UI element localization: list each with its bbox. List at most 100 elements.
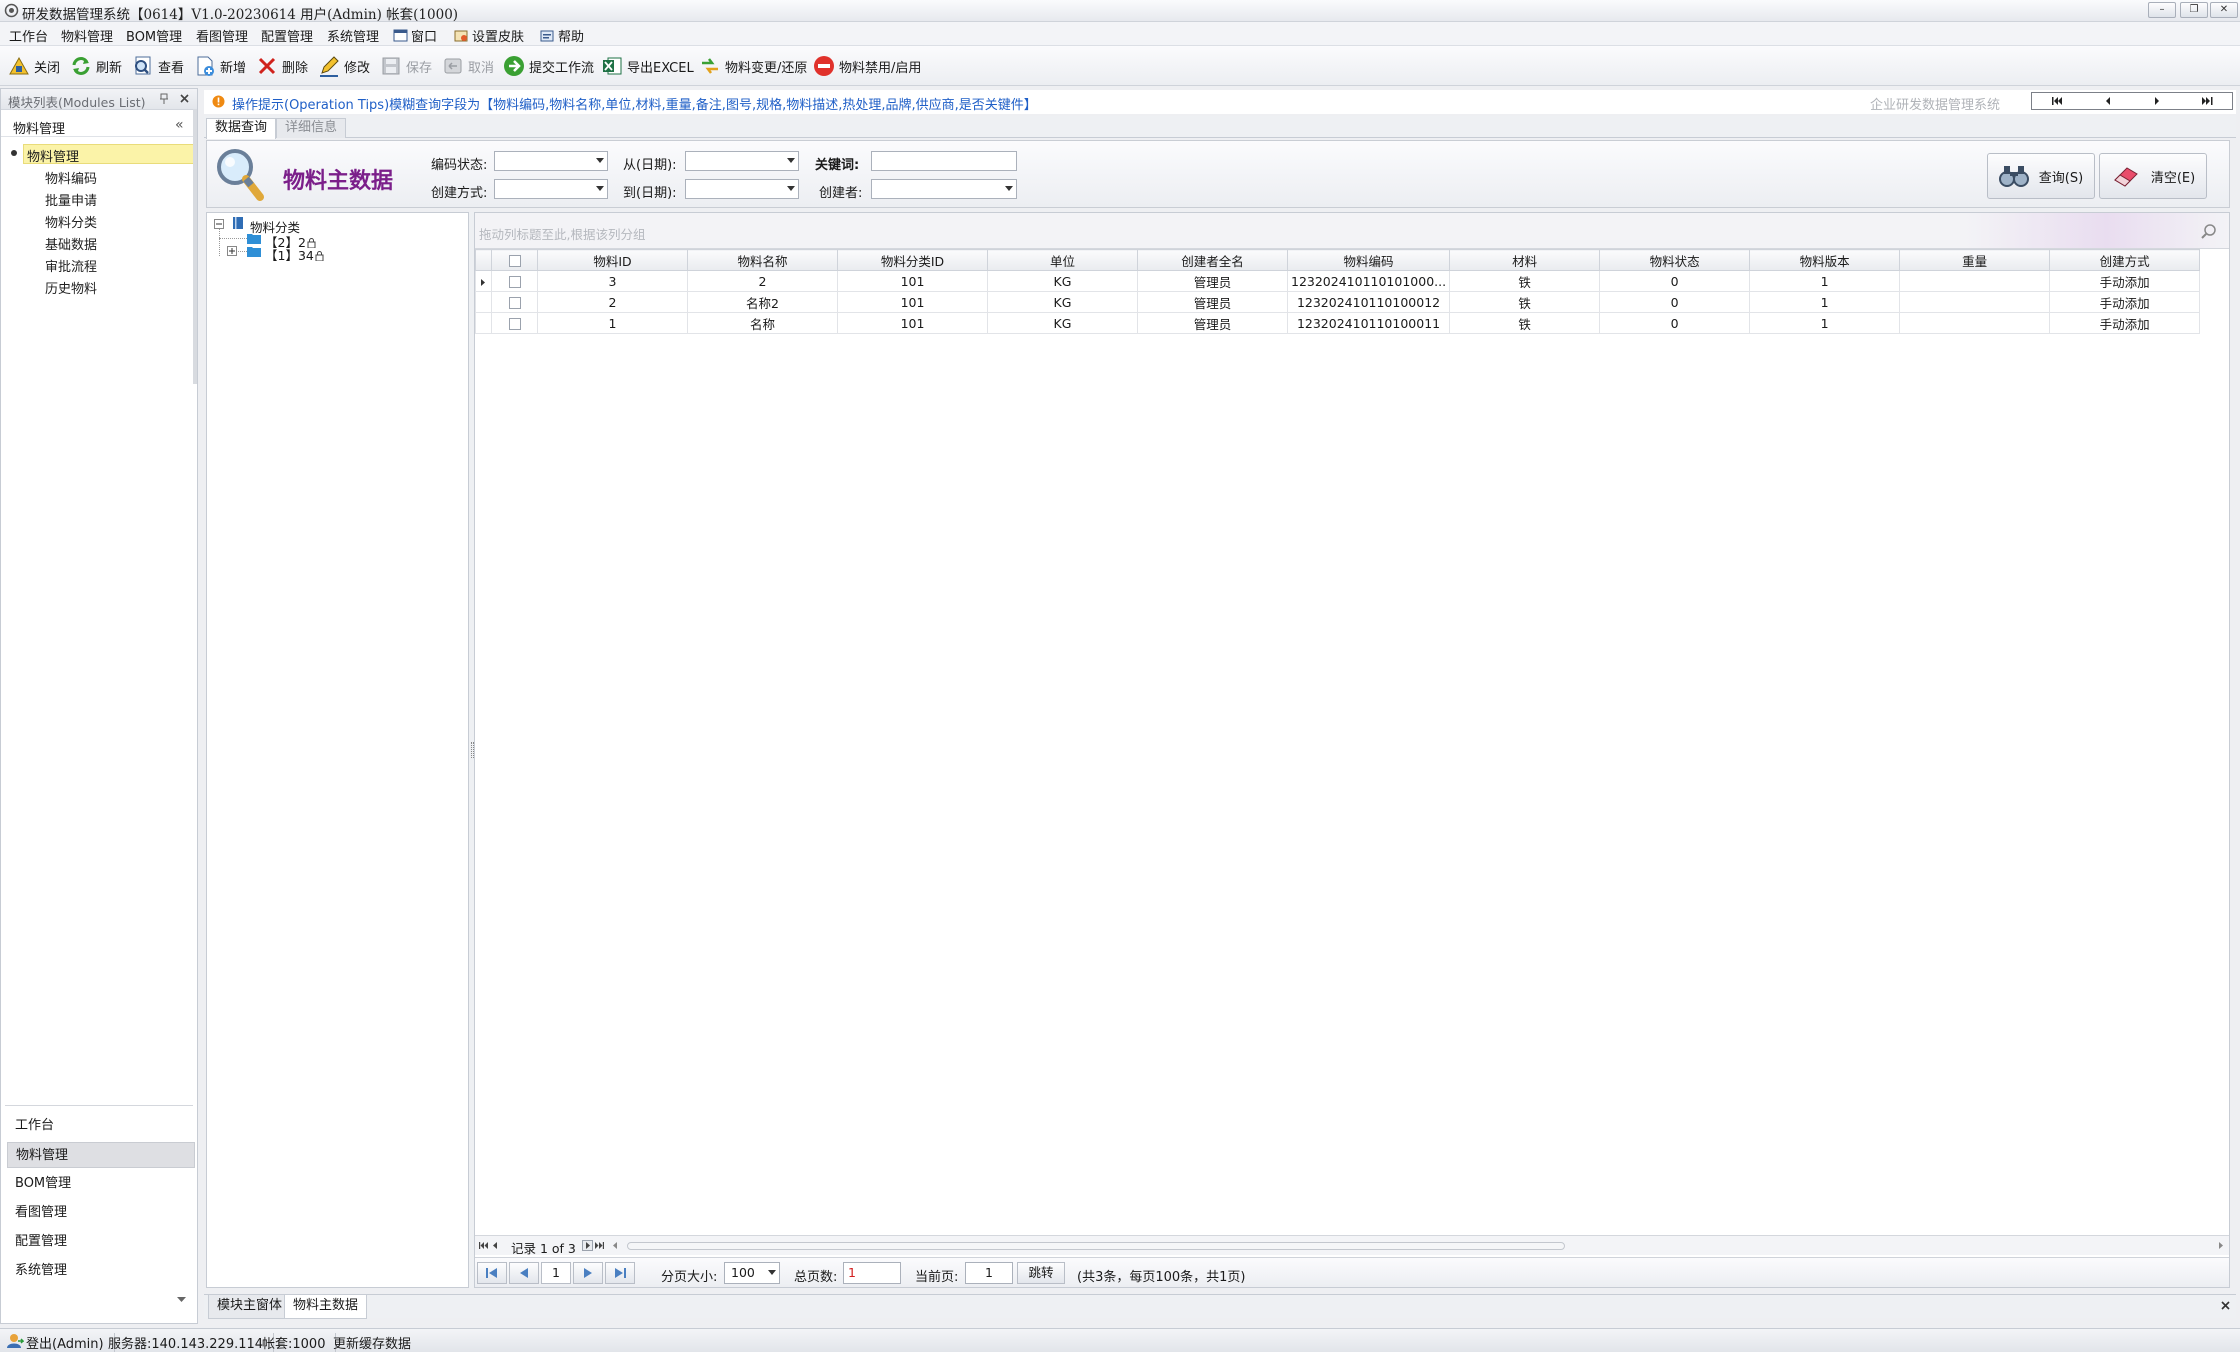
table-cell[interactable]: 1: [1749, 270, 1901, 292]
keyword-input[interactable]: [871, 151, 1017, 171]
menu-skin[interactable]: 设置皮肤: [454, 26, 524, 45]
nav-item-history-material[interactable]: 历史物料: [45, 278, 97, 297]
column-header[interactable]: 单位: [987, 249, 1138, 271]
table-cell[interactable]: 101: [837, 291, 988, 313]
row-select-cell[interactable]: [491, 312, 538, 334]
table-row[interactable]: 2 名称2 101 KG 管理员 123202410110100012 铁 0 …: [475, 291, 2201, 313]
table-cell[interactable]: KG: [987, 291, 1138, 313]
bottom-nav-system[interactable]: 系统管理: [7, 1258, 195, 1284]
column-header[interactable]: 物料编码: [1286, 249, 1451, 271]
query-button[interactable]: 查询(S): [1987, 153, 2095, 199]
change-restore-button[interactable]: 物料变更/还原: [699, 53, 807, 79]
bottom-nav-material[interactable]: 物料管理: [7, 1142, 195, 1168]
table-cell[interactable]: 名称: [687, 312, 838, 334]
table-cell[interactable]: 2: [687, 270, 838, 292]
scroll-right-icon[interactable]: [2219, 1242, 2223, 1249]
submit-workflow-button[interactable]: 提交工作流: [503, 53, 594, 79]
disable-enable-button[interactable]: 物料禁用/启用: [813, 53, 921, 79]
bottom-nav-workbench[interactable]: 工作台: [7, 1113, 195, 1139]
table-cell[interactable]: [1899, 291, 2051, 313]
table-cell[interactable]: 1: [537, 312, 688, 334]
table-cell[interactable]: 123202410110100011: [1286, 312, 1451, 334]
table-cell[interactable]: 铁: [1449, 270, 1601, 292]
column-header[interactable]: 材料: [1449, 249, 1601, 271]
panel-close-icon[interactable]: [179, 93, 190, 104]
menu-system[interactable]: 系统管理: [327, 26, 379, 45]
prev-record-icon[interactable]: [2082, 93, 2132, 109]
next-page-button[interactable]: [573, 1262, 603, 1284]
column-header[interactable]: 重量: [1899, 249, 2051, 271]
column-header[interactable]: 物料名称: [687, 249, 838, 271]
edit-button[interactable]: 修改: [318, 53, 370, 79]
next-record-icon[interactable]: [582, 1240, 593, 1251]
table-cell[interactable]: KG: [987, 312, 1138, 334]
table-cell[interactable]: 101: [837, 270, 988, 292]
table-cell[interactable]: 1: [1749, 291, 1901, 313]
table-cell[interactable]: 2: [537, 291, 688, 313]
nav-item-base-data[interactable]: 基础数据: [45, 234, 97, 253]
row-select-cell[interactable]: [491, 291, 538, 313]
menu-bom[interactable]: BOM管理: [126, 26, 182, 45]
table-cell[interactable]: KG: [987, 270, 1138, 292]
table-cell[interactable]: 管理员: [1137, 312, 1288, 334]
menu-config[interactable]: 配置管理: [261, 26, 313, 45]
menu-workbench[interactable]: 工作台: [9, 26, 48, 45]
row-checkbox[interactable]: [508, 276, 521, 288]
group-panel[interactable]: 拖动列标题至此,根据该列分组: [475, 213, 2229, 249]
delete-button[interactable]: 删除: [256, 53, 308, 79]
tree-expand-icon[interactable]: [227, 246, 237, 256]
cancel-button[interactable]: 取消: [442, 53, 494, 79]
page-size-select[interactable]: 100: [724, 1262, 780, 1284]
menu-help[interactable]: 帮助: [540, 26, 584, 45]
table-cell[interactable]: 铁: [1449, 312, 1601, 334]
table-cell[interactable]: 3: [537, 270, 688, 292]
menu-window[interactable]: 窗口: [393, 26, 437, 45]
next-record-icon[interactable]: [2132, 93, 2182, 109]
column-header[interactable]: 物料版本: [1749, 249, 1901, 271]
pin-icon[interactable]: [159, 93, 169, 105]
nav-item-material-category[interactable]: 物料分类: [45, 212, 97, 231]
column-header[interactable]: 创建方式: [2049, 249, 2201, 271]
table-cell[interactable]: 0: [1599, 270, 1751, 292]
creator-select[interactable]: [871, 179, 1017, 199]
column-header[interactable]: 物料ID: [537, 249, 688, 271]
table-cell[interactable]: 管理员: [1137, 291, 1288, 313]
select-all-header[interactable]: [491, 249, 538, 271]
last-page-button[interactable]: [605, 1262, 635, 1284]
current-page-input[interactable]: 1: [965, 1262, 1013, 1284]
bottom-nav-bom[interactable]: BOM管理: [7, 1171, 195, 1197]
to-date-picker[interactable]: [685, 179, 799, 199]
collapse-icon[interactable]: «: [175, 117, 184, 133]
select-all-checkbox[interactable]: [508, 255, 521, 267]
chevron-down-icon[interactable]: [177, 1297, 186, 1303]
table-cell[interactable]: 123202410110101000...: [1286, 270, 1451, 292]
nav-item-material-code[interactable]: 物料编码: [45, 168, 97, 187]
close-button[interactable]: 关闭: [8, 53, 60, 79]
create-method-select[interactable]: [494, 179, 608, 199]
nav-item-approval-flow[interactable]: 审批流程: [45, 256, 97, 275]
table-cell[interactable]: 1: [1749, 312, 1901, 334]
close-window-button[interactable]: ✕: [2210, 2, 2238, 18]
table-cell[interactable]: 0: [1599, 312, 1751, 334]
refresh-button[interactable]: 刷新: [70, 53, 122, 79]
table-row[interactable]: 3 2 101 KG 管理员 123202410110101000... 铁 0…: [475, 270, 2201, 292]
table-cell[interactable]: 名称2: [687, 291, 838, 313]
table-cell[interactable]: 铁: [1449, 291, 1601, 313]
clear-button[interactable]: 清空(E): [2099, 153, 2207, 199]
tree-node-1[interactable]: 【1】34: [265, 245, 324, 264]
first-record-icon[interactable]: [479, 1242, 488, 1249]
table-cell[interactable]: [1899, 312, 2051, 334]
last-record-icon[interactable]: [2182, 93, 2232, 109]
user-logout-icon[interactable]: [6, 1333, 24, 1349]
menu-material[interactable]: 物料管理: [61, 26, 113, 45]
prev-page-button[interactable]: [509, 1262, 539, 1284]
prev-record-icon[interactable]: [493, 1242, 497, 1249]
table-cell[interactable]: 101: [837, 312, 988, 334]
column-header[interactable]: 物料状态: [1599, 249, 1751, 271]
minimize-button[interactable]: –: [2148, 2, 2176, 18]
tab-data-query[interactable]: 数据查询: [206, 118, 277, 139]
cache-status[interactable]: 更新缓存数据: [333, 1333, 421, 1352]
view-button[interactable]: 查看: [132, 53, 184, 79]
table-cell[interactable]: [1899, 270, 2051, 292]
save-button[interactable]: 保存: [380, 53, 432, 79]
